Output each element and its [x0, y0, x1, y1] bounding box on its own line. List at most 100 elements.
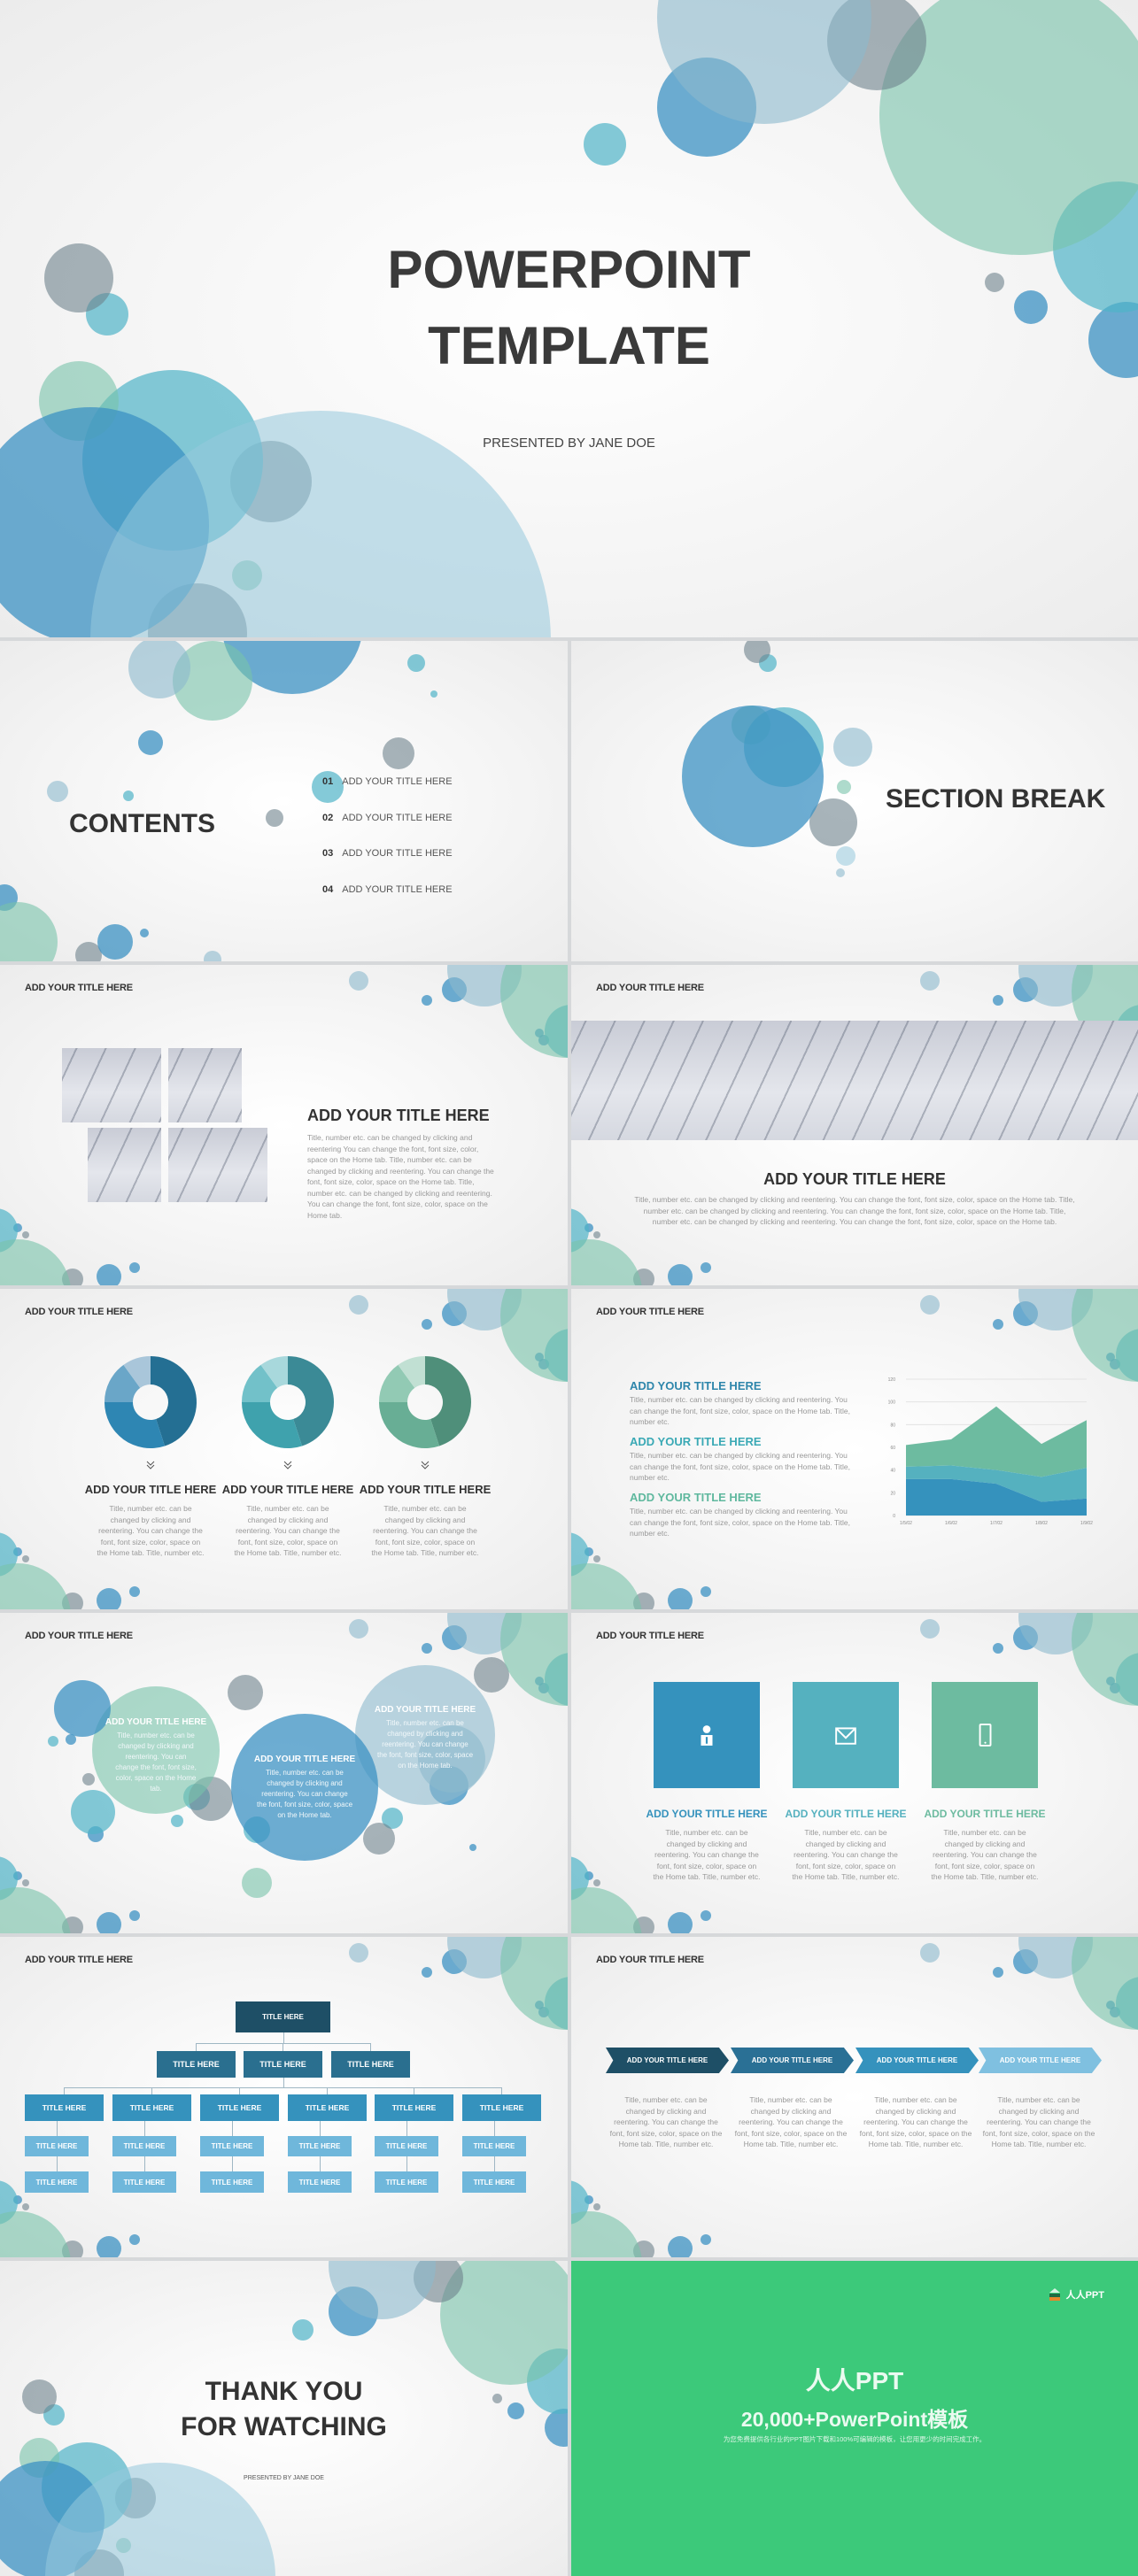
org-node[interactable]: TITLE HERE	[331, 2051, 410, 2078]
decorative-bubble	[759, 654, 777, 672]
decorative-bubble	[442, 977, 467, 1002]
slide-cover[interactable]: POWERPOINT TEMPLATE PRESENTED BY JANE DO…	[0, 0, 1138, 637]
y-tick-label: 20	[890, 1491, 895, 1496]
decorative-bubble	[744, 641, 770, 663]
decorative-bubble	[0, 1856, 18, 1901]
org-node[interactable]: TITLE HERE	[200, 2171, 264, 2193]
donut-segment	[242, 1402, 303, 1448]
decorative-bubble	[0, 902, 58, 961]
decorative-bubble	[129, 1586, 140, 1597]
decorative-bubble	[1018, 965, 1093, 1006]
contents-item-number: 03	[322, 848, 334, 859]
decorative-bubble	[571, 2211, 642, 2257]
org-node[interactable]: TITLE HERE	[200, 2136, 264, 2156]
decorative-bubble	[422, 1643, 432, 1654]
connector-line	[370, 2043, 371, 2051]
org-node[interactable]: TITLE HERE	[244, 2051, 322, 2078]
bubble-title: ADD YOUR TITLE HERE	[374, 1705, 476, 1715]
slide-header: ADD YOUR TITLE HERE	[596, 1955, 704, 1965]
org-node[interactable]: TITLE HERE	[200, 2094, 279, 2121]
x-tick-label: 1/6/02	[945, 1521, 957, 1526]
banner-title: ADD YOUR TITLE HERE	[763, 1170, 946, 1188]
process-step[interactable]: ADD YOUR TITLE HERE	[731, 2048, 854, 2073]
x-tick-label: 1/7/02	[990, 1521, 1003, 1526]
bubble-body: Title, number etc. can be changed by cli…	[115, 1731, 197, 1793]
icon-card[interactable]	[654, 1682, 760, 1788]
slide-area-chart[interactable]: ADD YOUR TITLE HERE Title, number etc. c…	[571, 1289, 1138, 1609]
icon-card[interactable]	[793, 1682, 899, 1788]
icon-card[interactable]	[932, 1682, 1038, 1788]
org-node[interactable]: TITLE HERE	[375, 2094, 453, 2121]
banner-body: Title, number etc. can be changed by cli…	[634, 1195, 1075, 1226]
slide-thank-you[interactable]: THANK YOU FOR WATCHING PRESENTED BY JANE…	[0, 2261, 568, 2576]
decorative-bubble	[123, 791, 134, 801]
org-node[interactable]: TITLE HERE	[462, 2136, 526, 2156]
logo-icon	[1049, 2288, 1060, 2301]
org-node[interactable]: TITLE HERE	[462, 2094, 541, 2121]
org-node[interactable]: TITLE HERE	[462, 2171, 526, 2193]
org-node[interactable]: TITLE HERE	[25, 2094, 104, 2121]
contents-title: CONTENTS	[69, 809, 215, 838]
contents-item[interactable]: 02 ADD YOUR TITLE HERE	[322, 813, 453, 823]
slide-icons[interactable]: ADD YOUR TITLE HERE Title, number etc. c…	[571, 1613, 1138, 1933]
slide-contents[interactable]: CONTENTS 01 ADD YOUR TITLE HERE 02 ADD Y…	[0, 641, 568, 961]
connector-line	[239, 2087, 240, 2094]
org-node[interactable]: TITLE HERE	[236, 2001, 330, 2032]
decorative-bubble	[836, 868, 845, 877]
icon-card-title: ADD YOUR TITLE HERE	[924, 1808, 1046, 1820]
decorative-bubble	[329, 2286, 378, 2336]
cover-title-line1: POWERPOINT	[387, 240, 751, 299]
connector-line	[64, 2087, 502, 2088]
contents-item[interactable]: 03 ADD YOUR TITLE HERE	[322, 848, 453, 859]
decorative-bubble	[879, 0, 1138, 255]
person-icon	[701, 1725, 713, 1746]
y-tick-label: 100	[888, 1400, 896, 1406]
brand-logo[interactable]: 人人PPT	[1049, 2287, 1104, 2302]
org-node[interactable]: TITLE HERE	[375, 2171, 438, 2193]
decorative-bubble	[349, 1619, 368, 1639]
decorative-bubble	[329, 2261, 436, 2319]
decorative-bubble	[349, 971, 368, 991]
slide-photos[interactable]: ADD YOUR TITLE HERE Title, number etc. c…	[0, 965, 568, 1285]
decorative-bubble	[1013, 1625, 1038, 1650]
slide-bubbles[interactable]: ADD YOUR TITLE HERE Title, number etc. c…	[0, 1613, 568, 1933]
decorative-bubble	[538, 1035, 549, 1045]
process-step[interactable]: ADD YOUR TITLE HERE	[855, 2048, 979, 2073]
slide-org-chart[interactable]: TITLE HERE TITLE HERE TITLE HERE TITLE HERE…	[0, 1937, 568, 2257]
decorative-bubble	[47, 781, 68, 802]
connector-line	[151, 2087, 152, 2094]
decorative-bubble	[54, 1680, 111, 1737]
slide-process[interactable]: ADD YOUR TITLE HERE Title, number etc. c…	[571, 1937, 1138, 2257]
process-step[interactable]: ADD YOUR TITLE HERE	[979, 2048, 1102, 2073]
slide-section-break[interactable]: SECTION BREAK	[571, 641, 1138, 961]
decorative-bubble	[62, 1269, 83, 1285]
org-node[interactable]: TITLE HERE	[157, 2051, 236, 2078]
process-step[interactable]: ADD YOUR TITLE HERE	[606, 2048, 729, 2073]
org-node[interactable]: TITLE HERE	[112, 2094, 191, 2121]
org-node[interactable]: TITLE HERE	[375, 2136, 438, 2156]
org-node[interactable]: TITLE HERE	[288, 2136, 352, 2156]
slide-donuts[interactable]: ADD YOUR TITLE HERE Title, number etc. c…	[0, 1289, 568, 1609]
slide-promo[interactable]: 人人PPT 人人PPT 20,000+PowerPoint模板 为您免费提供各行…	[571, 2261, 1138, 2576]
decorative-bubble	[535, 2001, 544, 2009]
org-node[interactable]: TITLE HERE	[288, 2171, 352, 2193]
org-node[interactable]: TITLE HERE	[112, 2171, 176, 2193]
decorative-bubble	[204, 951, 221, 961]
donut-title: ADD YOUR TITLE HERE	[84, 1483, 217, 1496]
decorative-bubble	[383, 737, 414, 769]
org-node[interactable]: TITLE HERE	[25, 2171, 89, 2193]
decorative-bubble	[414, 2261, 463, 2302]
decorative-bubble	[430, 690, 437, 698]
contents-item[interactable]: 01 ADD YOUR TITLE HERE	[322, 776, 453, 787]
decorative-bubble	[430, 1766, 468, 1805]
contents-item[interactable]: 04 ADD YOUR TITLE HERE	[322, 884, 453, 895]
slide-banner[interactable]: ADD YOUR TITLE HERE Title, number etc. c…	[571, 965, 1138, 1285]
org-node[interactable]: TITLE HERE	[112, 2136, 176, 2156]
process-step-label: ADD YOUR TITLE HERE	[751, 2056, 833, 2064]
slide-header: ADD YOUR TITLE HERE	[25, 1955, 133, 1965]
org-node[interactable]: TITLE HERE	[288, 2094, 367, 2121]
decorative-bubble	[116, 2537, 131, 2553]
org-node[interactable]: TITLE HERE	[25, 2136, 89, 2156]
slide-header: ADD YOUR TITLE HERE	[596, 1631, 704, 1641]
decorative-bubble	[22, 1231, 29, 1238]
